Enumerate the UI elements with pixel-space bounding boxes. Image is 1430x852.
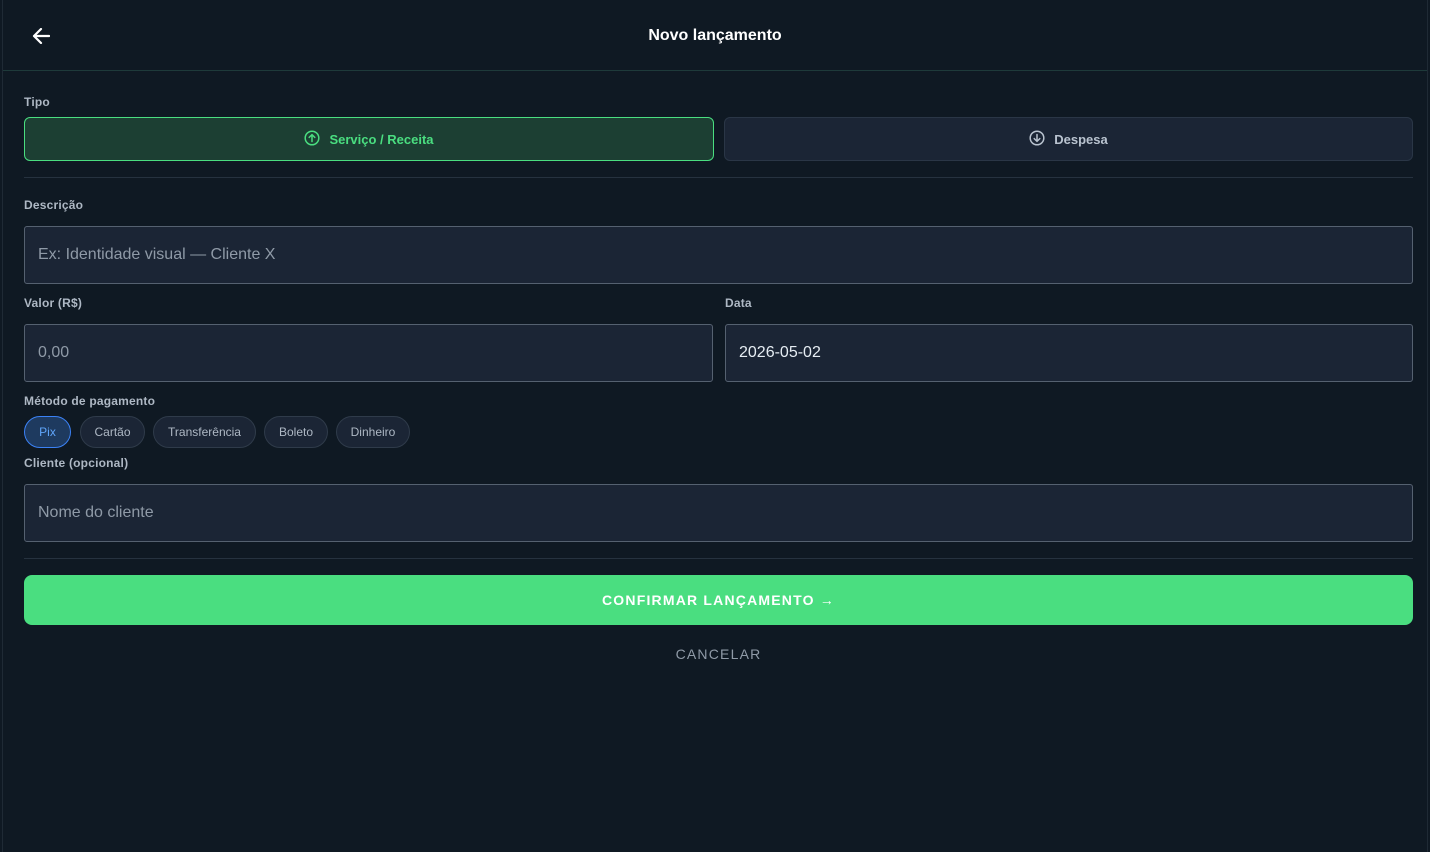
divider bbox=[24, 558, 1413, 559]
type-expense-button[interactable]: Despesa bbox=[724, 117, 1413, 161]
divider bbox=[24, 177, 1413, 178]
type-income-button[interactable]: Serviço / Receita bbox=[24, 117, 714, 161]
chip-cartao[interactable]: Cartão bbox=[80, 416, 145, 448]
valor-label: Valor (R$) bbox=[24, 296, 83, 310]
cliente-label: Cliente (opcional) bbox=[24, 456, 129, 470]
valor-input[interactable] bbox=[24, 324, 713, 382]
descricao-label: Descrição bbox=[24, 198, 84, 212]
type-income-label: Serviço / Receita bbox=[329, 131, 434, 147]
metodo-label: Método de pagamento bbox=[24, 394, 156, 408]
tipo-label: Tipo bbox=[24, 95, 50, 109]
cliente-input[interactable] bbox=[24, 484, 1413, 542]
type-expense-label: Despesa bbox=[1054, 131, 1108, 147]
arrow-up-circle-icon bbox=[304, 129, 321, 149]
chip-boleto[interactable]: Boleto bbox=[264, 416, 328, 448]
app-frame: Novo lançamento Tipo Serviço / Receita D… bbox=[2, 0, 1428, 852]
header: Novo lançamento bbox=[3, 0, 1427, 71]
chip-dinheiro[interactable]: Dinheiro bbox=[336, 416, 410, 448]
data-label: Data bbox=[725, 296, 752, 310]
chip-pix[interactable]: Pix bbox=[24, 416, 71, 448]
confirm-button[interactable]: CONFIRMAR LANÇAMENTO → bbox=[24, 575, 1413, 625]
descricao-input[interactable] bbox=[24, 226, 1413, 284]
page-title: Novo lançamento bbox=[648, 27, 782, 44]
data-input[interactable] bbox=[725, 324, 1413, 382]
cancel-button[interactable]: CANCELAR bbox=[24, 646, 1413, 662]
arrow-down-circle-icon bbox=[1029, 129, 1045, 149]
chip-transferencia[interactable]: Transferência bbox=[153, 416, 256, 448]
